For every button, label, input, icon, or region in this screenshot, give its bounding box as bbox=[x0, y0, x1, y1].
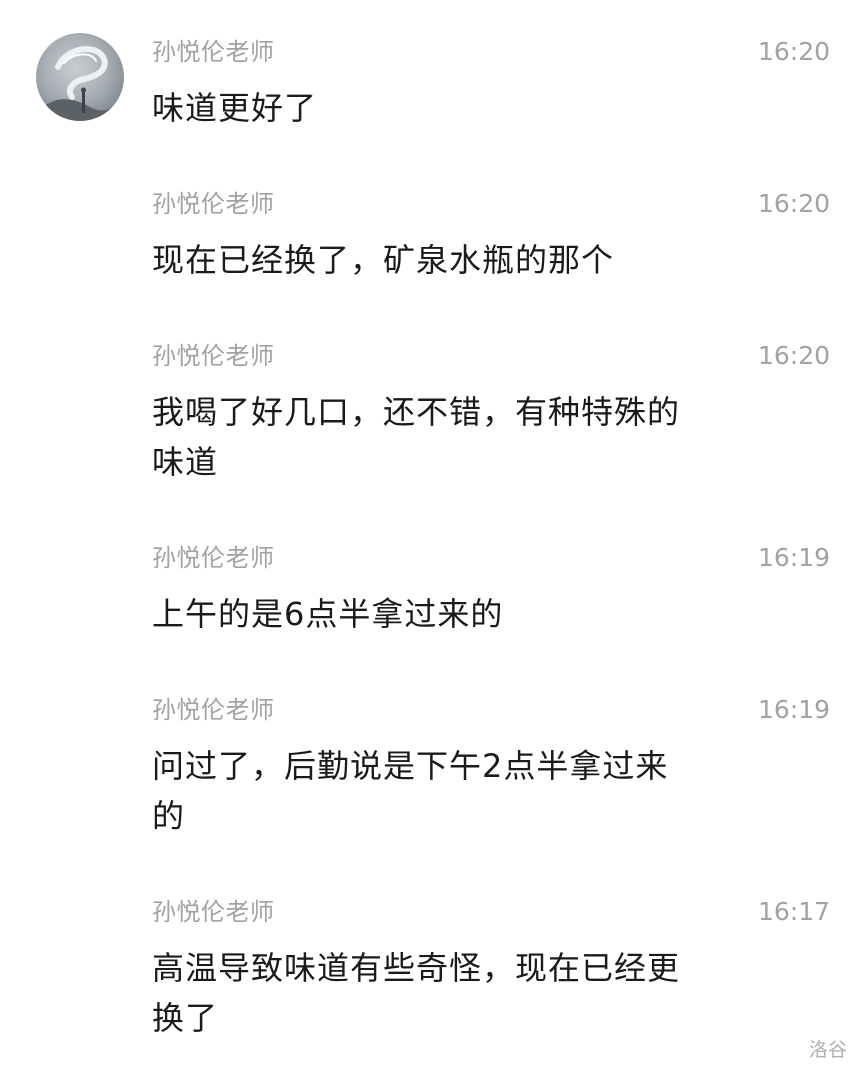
message-time: 16:20 bbox=[757, 189, 830, 218]
avatar-image bbox=[36, 46, 124, 121]
sender-name[interactable]: 孙悦伦老师 bbox=[152, 895, 275, 929]
message-text[interactable]: 现在已经换了，矿泉水瓶的那个 bbox=[152, 235, 697, 285]
avatar[interactable] bbox=[36, 33, 124, 121]
message-item[interactable]: 孙悦伦老师 16:20 味道更好了 bbox=[152, 33, 832, 133]
message-header: 孙悦伦老师 16:20 bbox=[152, 337, 832, 377]
message-time: 16:19 bbox=[757, 695, 830, 724]
message-item[interactable]: 孙悦伦老师 16:20 现在已经换了，矿泉水瓶的那个 bbox=[152, 185, 832, 285]
sender-name[interactable]: 孙悦伦老师 bbox=[152, 339, 275, 373]
message-text[interactable]: 高温导致味道有些奇怪，现在已经更换了 bbox=[152, 943, 697, 1043]
message-time: 16:19 bbox=[757, 543, 830, 572]
message-header: 孙悦伦老师 16:19 bbox=[152, 539, 832, 579]
message-header: 孙悦伦老师 16:19 bbox=[152, 691, 832, 731]
message-item[interactable]: 孙悦伦老师 16:17 高温导致味道有些奇怪，现在已经更换了 bbox=[152, 893, 832, 1043]
sender-name[interactable]: 孙悦伦老师 bbox=[152, 541, 275, 575]
watermark: 洛谷 bbox=[808, 1039, 847, 1061]
message-item[interactable]: 孙悦伦老师 16:20 我喝了好几口，还不错，有种特殊的味道 bbox=[152, 337, 832, 487]
message-text[interactable]: 问过了，后勤说是下午2点半拿过来的 bbox=[152, 741, 697, 841]
sender-name[interactable]: 孙悦伦老师 bbox=[152, 187, 275, 221]
sender-name[interactable]: 孙悦伦老师 bbox=[152, 35, 275, 69]
message-item[interactable]: 孙悦伦老师 16:19 上午的是6点半拿过来的 bbox=[152, 539, 832, 639]
sender-name[interactable]: 孙悦伦老师 bbox=[152, 693, 275, 727]
message-header: 孙悦伦老师 16:17 bbox=[152, 893, 832, 933]
message-text[interactable]: 上午的是6点半拿过来的 bbox=[152, 589, 697, 639]
message-header: 孙悦伦老师 16:20 bbox=[152, 185, 832, 225]
message-item[interactable]: 孙悦伦老师 16:19 问过了，后勤说是下午2点半拿过来的 bbox=[152, 691, 832, 841]
message-time: 16:17 bbox=[757, 897, 830, 926]
message-time: 16:20 bbox=[757, 37, 830, 66]
message-text[interactable]: 味道更好了 bbox=[152, 83, 697, 133]
message-text[interactable]: 我喝了好几口，还不错，有种特殊的味道 bbox=[152, 387, 697, 487]
message-time: 16:20 bbox=[757, 341, 830, 370]
message-header: 孙悦伦老师 16:20 bbox=[152, 33, 832, 73]
